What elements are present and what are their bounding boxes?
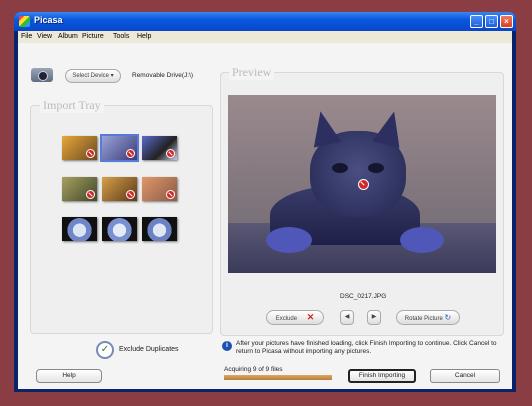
excluded-icon (86, 190, 95, 199)
thumbnail-8[interactable] (102, 217, 137, 241)
camera-icon (31, 68, 53, 82)
exclude-label: Exclude (275, 316, 298, 322)
preview-image (228, 95, 496, 273)
thumbnail-7[interactable] (62, 217, 97, 241)
minimize-button[interactable]: _ (470, 15, 483, 28)
rotate-picture-button[interactable]: Rotate Picture ↻ (396, 310, 460, 325)
acquiring-status: Acquiring 9 of 9 files (224, 366, 283, 373)
excluded-icon (358, 179, 369, 190)
preview-title: Preview (229, 65, 275, 80)
menu-file[interactable]: File (21, 33, 32, 40)
rotate-label: Rotate Picture (404, 316, 443, 322)
excluded-icon (86, 149, 95, 158)
drive-label: Removable Drive(J:\) (132, 72, 194, 79)
select-device-dropdown[interactable]: Select Device ▾ (65, 69, 121, 83)
menu-help[interactable]: Help (137, 33, 151, 40)
next-button[interactable]: ▶ (367, 310, 381, 325)
excluded-icon (166, 190, 175, 199)
menu-tools[interactable]: Tools (113, 33, 129, 40)
exclude-duplicates-label: Exclude Duplicates (119, 346, 179, 353)
picasa-logo-icon (19, 16, 30, 27)
close-button[interactable]: × (500, 15, 513, 28)
preview-filename: DSC_0217.JPG (340, 293, 387, 300)
menu-album[interactable]: Album (58, 33, 78, 40)
title-bar[interactable]: Picasa _ □ × (14, 12, 516, 31)
finish-importing-button[interactable]: Finish Importing (348, 369, 416, 383)
maximize-button[interactable]: □ (485, 15, 498, 28)
thumbnail-9[interactable] (142, 217, 177, 241)
previous-button[interactable]: ◀ (340, 310, 354, 325)
exclude-button[interactable]: Exclude ✕ (266, 310, 324, 325)
right-arrow-icon: ▶ (371, 314, 377, 320)
excluded-icon (166, 149, 175, 158)
menu-picture[interactable]: Picture (82, 33, 104, 40)
excluded-icon (126, 149, 135, 158)
info-message: After your pictures have finished loadin… (236, 340, 497, 355)
x-icon: ✕ (306, 312, 315, 322)
thumbnail-2[interactable] (100, 134, 139, 162)
thumbnail-6[interactable] (142, 177, 177, 201)
thumbnail-5[interactable] (102, 177, 137, 201)
excluded-icon (126, 190, 135, 199)
import-tray-title: Import Tray (40, 98, 104, 113)
thumbnail-4[interactable] (62, 177, 97, 201)
window-title: Picasa (34, 15, 63, 25)
progress-fill (224, 375, 332, 380)
menu-view[interactable]: View (37, 33, 52, 40)
select-device-label: Select Device (72, 73, 109, 79)
client-area: Select Device ▾ Removable Drive(J:\) Imp… (18, 43, 512, 389)
import-progress-bar (224, 375, 332, 380)
menu-bar: File View Album Picture Tools Help (18, 31, 512, 43)
help-button[interactable]: Help (36, 369, 102, 383)
picasa-window: Picasa _ □ × File View Album Picture Too… (14, 12, 516, 392)
left-arrow-icon: ◀ (344, 314, 350, 320)
thumbnail-3[interactable] (142, 136, 177, 160)
cancel-button[interactable]: Cancel (430, 369, 500, 383)
rotate-icon: ↻ (444, 313, 452, 322)
thumbnail-1[interactable] (62, 136, 97, 160)
info-icon: i (222, 341, 232, 351)
exclude-duplicates-checkbox[interactable]: ✓ (96, 341, 114, 359)
